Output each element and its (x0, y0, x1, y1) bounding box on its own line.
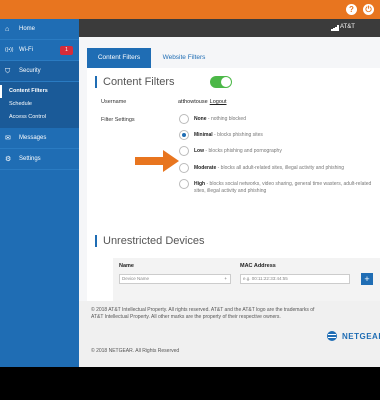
content-filters-panel: Content Filters Username atthowtouse Logo… (87, 68, 380, 301)
footer: © 2018 AT&T Intellectual Property. All r… (79, 301, 380, 367)
option-desc: - nothing blocked (206, 116, 246, 122)
top-bar: ? ⏻ (0, 0, 380, 19)
sidebar-item-label: Home (19, 26, 36, 32)
main-content: Content Filters Website Filters Content … (79, 37, 380, 367)
envelope-icon: ✉ (5, 135, 11, 142)
sidebar-item-wifi[interactable]: ((•)) Wi-Fi 1 (0, 40, 79, 61)
carrier-name: AT&T (340, 24, 355, 30)
mac-address-input[interactable]: e.g. 00:11:22:33:44:55 (240, 274, 350, 284)
sidebar-item-security[interactable]: ⛉ Security (0, 61, 79, 82)
radio-button[interactable] (179, 146, 189, 156)
sidebar-item-label: Security (19, 68, 41, 74)
dropdown-plus-icon: + (224, 276, 227, 281)
subnav-schedule[interactable]: Schedule (0, 98, 79, 111)
radio-button[interactable] (179, 114, 189, 124)
wifi-icon: ((•)) (5, 47, 14, 53)
toggle-knob (221, 77, 231, 87)
security-subnav: Content Filters Schedule Access Control (0, 82, 79, 128)
option-desc: - blocks all adult-related sites, illega… (216, 165, 345, 171)
netgear-logo: NETGEAR (342, 332, 380, 341)
content-filters-toggle[interactable] (210, 76, 232, 88)
sidebar-item-messages[interactable]: ✉ Messages (0, 128, 79, 149)
option-desc: - blocks social networks, video sharing,… (194, 181, 372, 194)
device-name-select[interactable]: Device Name + (119, 274, 231, 284)
option-desc: - blocks phishing and pornography (204, 148, 282, 154)
option-name: Moderate (194, 165, 217, 171)
option-name: Low (194, 148, 204, 154)
option-desc: - blocks phishing sites (212, 132, 263, 138)
power-icon[interactable]: ⏻ (363, 4, 374, 15)
gear-icon: ⚙ (5, 156, 12, 163)
mac-column-header: MAC Address (240, 263, 276, 269)
att-logo-icon (327, 331, 337, 341)
tab-content-filters[interactable]: Content Filters (87, 48, 151, 68)
subnav-content-filters[interactable]: Content Filters (0, 85, 79, 98)
mac-placeholder: e.g. 00:11:22:33:44:55 (243, 276, 288, 281)
sidebar-item-label: Wi-Fi (19, 47, 33, 53)
pointer-arrow-icon (135, 150, 179, 172)
name-column-header: Name (119, 263, 134, 269)
help-icon[interactable]: ? (346, 4, 357, 15)
filter-settings-label: Filter Settings (101, 117, 135, 123)
logout-link[interactable]: Logout (210, 99, 227, 105)
sidebar-item-label: Messages (19, 135, 47, 141)
header-bar: AT&T (79, 19, 380, 37)
shield-icon: ⛉ (5, 68, 11, 75)
netgear-copyright: © 2018 NETGEAR. All Rights Reserved (91, 348, 180, 354)
option-name: None (194, 116, 207, 122)
subnav-access-control[interactable]: Access Control (0, 111, 79, 124)
sidebar: ⌂ Home ((•)) Wi-Fi 1 ⛉ Security Content … (0, 19, 79, 367)
notification-badge: 1 (60, 46, 73, 55)
option-name: Minimal (194, 132, 213, 138)
radio-button-selected[interactable] (179, 130, 189, 140)
unrestricted-devices-title: Unrestricted Devices (95, 235, 204, 247)
signal-icon (331, 25, 339, 31)
content-filters-title: Content Filters (95, 76, 175, 88)
sidebar-item-label: Settings (19, 156, 41, 162)
device-name-placeholder: Device Name (122, 276, 150, 281)
option-name: High (194, 181, 206, 187)
tab-website-filters[interactable]: Website Filters (151, 48, 217, 68)
legal-text: © 2018 AT&T Intellectual Property. All r… (91, 307, 315, 320)
home-icon: ⌂ (5, 26, 10, 33)
username-label: Username (101, 99, 127, 105)
radio-button[interactable] (179, 179, 189, 189)
sidebar-item-home[interactable]: ⌂ Home (0, 19, 79, 40)
add-device-button[interactable]: + (361, 273, 373, 285)
sidebar-item-settings[interactable]: ⚙ Settings (0, 149, 79, 170)
unrestricted-devices-form: Name MAC Address Device Name + e.g. 00:1… (113, 258, 380, 301)
radio-button[interactable] (179, 163, 189, 173)
username-text: atthowtouse (178, 99, 208, 105)
username-value: atthowtouse Logout (178, 99, 227, 105)
